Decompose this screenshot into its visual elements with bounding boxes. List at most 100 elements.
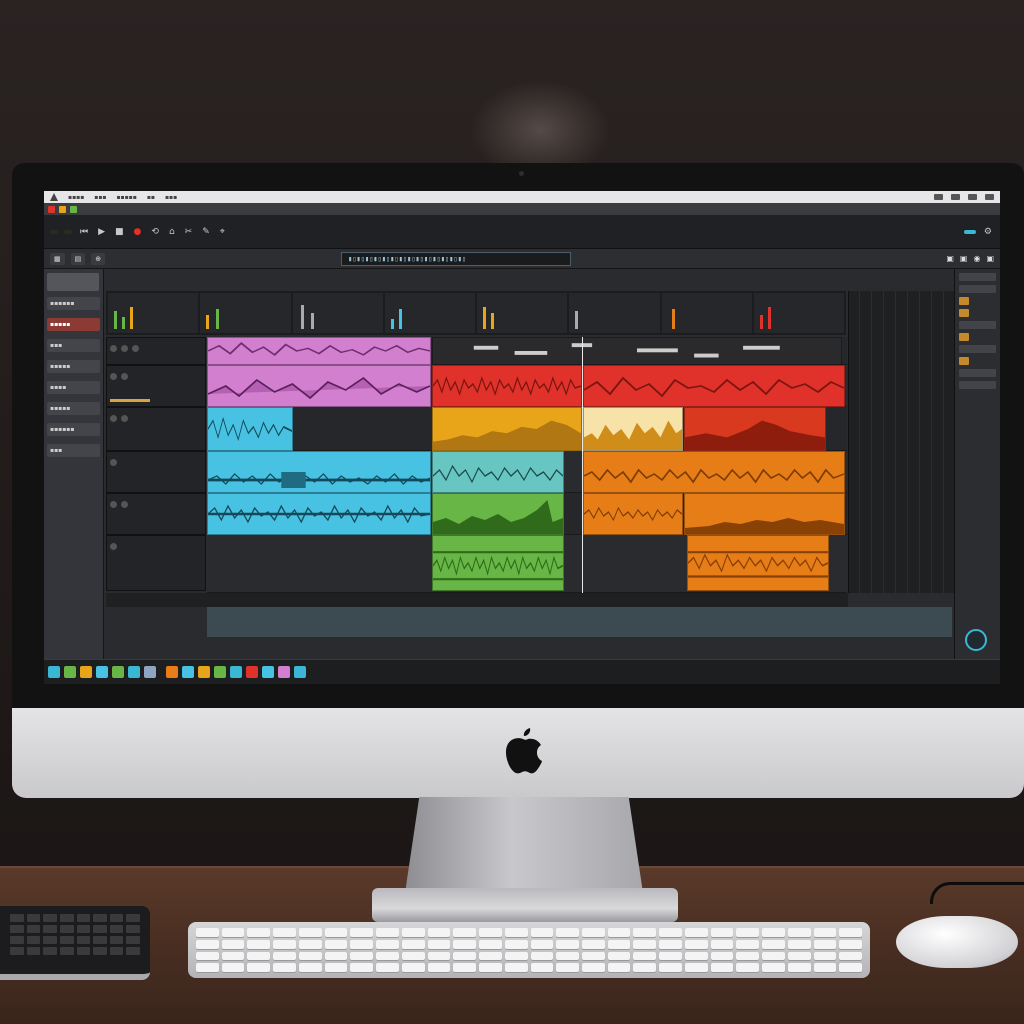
inspector-row[interactable] xyxy=(959,345,996,353)
track-header[interactable] xyxy=(106,365,206,407)
clock-icon[interactable] xyxy=(968,194,977,200)
keyboard-key[interactable] xyxy=(350,928,374,937)
close-window-icon[interactable] xyxy=(48,205,55,213)
browser-item[interactable]: ▪▪▪▪▪▪ xyxy=(47,297,100,310)
keyboard-key[interactable] xyxy=(839,963,862,972)
keyboard-key[interactable] xyxy=(581,963,605,972)
keyboard-key[interactable] xyxy=(479,928,502,937)
audio-clip[interactable] xyxy=(583,493,683,535)
play-icon[interactable]: ▶ xyxy=(96,227,107,237)
inspector-row[interactable] xyxy=(959,381,996,389)
keyboard-key[interactable] xyxy=(453,951,477,961)
keyboard-key[interactable] xyxy=(221,928,245,937)
keyboard-key[interactable] xyxy=(479,951,502,961)
keyboard-key[interactable] xyxy=(787,939,811,949)
audio-clip[interactable] xyxy=(583,451,845,493)
playhead-icon[interactable] xyxy=(582,337,583,593)
keyboard-key[interactable] xyxy=(453,939,477,949)
browser-item[interactable]: ▪▪▪▪▪ xyxy=(47,360,100,373)
keyboard-key[interactable] xyxy=(736,963,760,972)
browser-item[interactable]: ▪▪▪ xyxy=(47,444,100,457)
keyboard-key[interactable] xyxy=(298,963,322,972)
keyboard-key[interactable] xyxy=(504,951,528,961)
keyboard-key[interactable] xyxy=(684,963,708,972)
keyboard-key[interactable] xyxy=(376,951,399,961)
record-arm-icon[interactable] xyxy=(110,543,117,550)
dock-app-icon[interactable] xyxy=(294,666,306,678)
system-menu-icon[interactable] xyxy=(50,193,58,201)
output-knob-icon[interactable] xyxy=(965,629,987,651)
keyboard-key[interactable] xyxy=(787,951,811,961)
audio-clip[interactable] xyxy=(432,535,564,591)
keyboard-key[interactable] xyxy=(247,928,271,937)
keyboard-key[interactable] xyxy=(453,963,477,972)
plugin-slot[interactable] xyxy=(108,293,199,333)
dock-app-icon[interactable] xyxy=(48,666,60,678)
plugin-slot[interactable] xyxy=(661,293,752,333)
track-header[interactable] xyxy=(106,493,206,535)
keyboard-key[interactable] xyxy=(298,951,322,961)
keyboard-key[interactable] xyxy=(504,928,528,937)
keyboard-key[interactable] xyxy=(401,951,425,961)
pan-knob-icon[interactable] xyxy=(110,373,117,380)
keyboard-key[interactable] xyxy=(839,928,862,937)
keyboard-key[interactable] xyxy=(556,951,579,961)
keyboard-key[interactable] xyxy=(607,928,631,937)
dock-app-icon[interactable] xyxy=(144,666,156,678)
menu-item[interactable]: ▪▪ xyxy=(147,194,155,201)
dock-app-icon[interactable] xyxy=(182,666,194,678)
wifi-icon[interactable] xyxy=(934,194,943,200)
dock-app-icon[interactable] xyxy=(64,666,76,678)
keyboard-key[interactable] xyxy=(324,951,348,961)
keyboard-key[interactable] xyxy=(324,928,348,937)
keyboard-key[interactable] xyxy=(736,928,760,937)
keyboard-key[interactable] xyxy=(401,939,425,949)
keyboard-key[interactable] xyxy=(453,928,477,937)
track-header[interactable] xyxy=(106,407,206,451)
pan-knob-icon[interactable] xyxy=(110,415,117,422)
browser-item-active[interactable]: ▪▪▪▪▪ xyxy=(47,318,100,331)
keyboard-key[interactable] xyxy=(273,963,296,972)
keyboard-key[interactable] xyxy=(273,939,296,949)
keyboard-key[interactable] xyxy=(762,963,785,972)
inspector-row[interactable] xyxy=(959,369,996,377)
solo-icon[interactable] xyxy=(132,345,139,352)
keyboard-key[interactable] xyxy=(350,951,374,961)
dock-app-icon[interactable] xyxy=(230,666,242,678)
dock-app-icon[interactable] xyxy=(214,666,226,678)
settings-icon[interactable]: ⚙ xyxy=(982,227,994,237)
keyboard-key[interactable] xyxy=(736,951,760,961)
dock-app-icon[interactable] xyxy=(80,666,92,678)
keyboard-key[interactable] xyxy=(710,951,734,961)
keyboard-key[interactable] xyxy=(221,939,245,949)
keyboard-key[interactable] xyxy=(247,963,271,972)
keyboard-key[interactable] xyxy=(427,939,451,949)
audio-clip[interactable] xyxy=(583,365,845,407)
browser-thumbnail[interactable] xyxy=(47,273,99,291)
metronome-icon[interactable]: ⌂ xyxy=(167,227,177,237)
rewind-icon[interactable]: ⏮ xyxy=(78,227,90,237)
keyboard-key[interactable] xyxy=(659,928,682,937)
keyboard-key[interactable] xyxy=(376,963,399,972)
keyboard-key[interactable] xyxy=(762,928,785,937)
zoom-button[interactable]: ⊕ xyxy=(91,252,106,265)
arrange-area[interactable] xyxy=(207,337,847,593)
keyboard-key[interactable] xyxy=(581,939,605,949)
keyboard-key[interactable] xyxy=(221,951,245,961)
keyboard-key[interactable] xyxy=(324,963,348,972)
editor-toggle-icon[interactable]: ▣ xyxy=(960,254,968,263)
keyboard-key[interactable] xyxy=(196,951,219,961)
keyboard-key[interactable] xyxy=(659,963,682,972)
stop-icon[interactable]: ■ xyxy=(113,227,126,237)
dock-app-icon[interactable] xyxy=(262,666,274,678)
keyboard-key[interactable] xyxy=(298,939,322,949)
track-header[interactable] xyxy=(106,451,206,493)
keyboard-key[interactable] xyxy=(581,928,605,937)
keyboard-key[interactable] xyxy=(633,928,657,937)
keyboard-key[interactable] xyxy=(427,951,451,961)
keyboard-key[interactable] xyxy=(684,951,708,961)
dock-app-icon[interactable] xyxy=(128,666,140,678)
tool-icon[interactable]: ✂ xyxy=(183,227,195,237)
keyboard-key[interactable] xyxy=(196,928,219,937)
dock-app-icon[interactable] xyxy=(96,666,108,678)
